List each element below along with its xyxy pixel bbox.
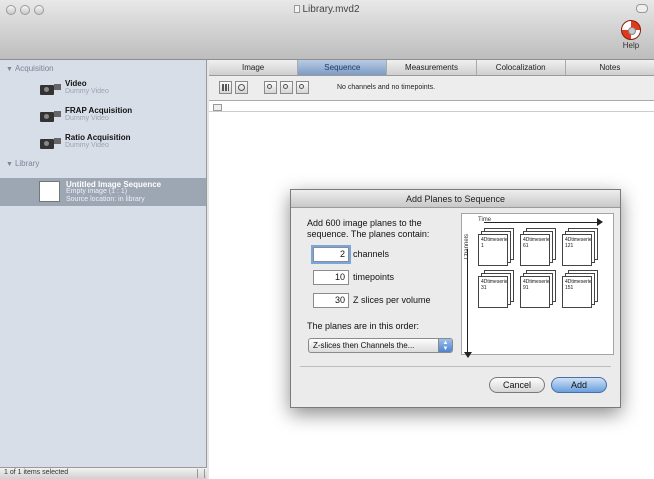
help-label: Help [622, 41, 640, 50]
library-item-detail-1: Empty image (1 : 1) [66, 188, 128, 195]
plane-stack-label: 4Dtimeseries.ics 1 [478, 234, 508, 266]
lifebuoy-icon [621, 20, 641, 40]
title-bar: Library.mvd2 Help [0, 0, 654, 60]
video-camera-icon [40, 108, 61, 123]
plane-stack-label: 4Dtimeseries.ics 31 [478, 276, 508, 308]
zoom-out-button[interactable] [280, 81, 293, 94]
zoom-in-button[interactable] [264, 81, 277, 94]
sequence-toolbar: No channels and no timepoints. [209, 76, 654, 101]
video-camera-icon [40, 81, 61, 96]
dialog-title: Add Planes to Sequence [291, 190, 620, 208]
sidebar-item-video[interactable]: Video Dummy Video [0, 76, 206, 103]
plane-stack: 4Dtimeseries.ics 121 [562, 228, 598, 266]
library-item-untitled-image-sequence[interactable]: Untitled Image Sequence Empty image (1 :… [0, 178, 206, 206]
channels-axis-line [467, 249, 468, 357]
dialog-intro-text: Add 600 image planes to the sequence. Th… [307, 218, 430, 239]
sidebar-item-sublabel: Dummy Video [65, 115, 109, 122]
plane-stack-label: 4Dtimeseries.ics 61 [520, 234, 550, 266]
tab-colocalization[interactable]: Colocalization [477, 60, 566, 75]
plane-stack: 4Dtimeseries.ics 61 [520, 228, 556, 266]
split-resize-handle[interactable] [197, 469, 205, 478]
sidebar: ▼ Acquisition Video Dummy Video FRAP Acqu… [0, 60, 207, 479]
acquisition-section-header[interactable]: ▼ Acquisition [0, 62, 206, 76]
grid-icon [222, 84, 229, 91]
sidebar-item-sublabel: Dummy Video [65, 142, 109, 149]
tab-sequence[interactable]: Sequence [298, 60, 388, 75]
plane-stack: 4Dtimeseries.ics 91 [520, 270, 556, 308]
library-item-detail-2: Source location: in library [66, 196, 145, 203]
sidebar-item-frap-acquisition[interactable]: FRAP Acquisition Dummy Video [0, 103, 206, 130]
order-popup-value: Z-slices then Channels the... [313, 341, 415, 350]
tab-measurements[interactable]: Measurements [387, 60, 477, 75]
disclosure-triangle-icon[interactable]: ▼ [6, 66, 13, 73]
tab-notes[interactable]: Notes [566, 60, 654, 75]
channels-input[interactable]: 2 [313, 247, 349, 262]
video-camera-icon [40, 135, 61, 150]
popup-arrows-icon: ▲ ▼ [438, 339, 452, 352]
magnifier-minus-icon [283, 84, 288, 89]
right-arrow-icon [597, 218, 603, 226]
plane-stack-label: 4Dtimeseries.ics 91 [520, 276, 550, 308]
plane-stack-label: 4Dtimeseries.ics 151 [562, 276, 592, 308]
add-planes-dialog: Add Planes to Sequence Add 600 image pla… [290, 189, 621, 408]
plane-stack-label: 4Dtimeseries.ics 121 [562, 234, 592, 266]
zoom-fit-button[interactable] [296, 81, 309, 94]
sidebar-item-label: Video [65, 79, 87, 88]
help-button[interactable]: Help [611, 20, 651, 50]
sidebar-status-bar: 1 of 1 items selected [0, 467, 207, 479]
timepoints-input[interactable]: 10 [313, 270, 349, 285]
sidebar-item-ratio-acquisition[interactable]: Ratio Acquisition Dummy Video [0, 130, 206, 157]
grid-view-button[interactable] [219, 81, 232, 94]
library-item-details: Empty image (1 : 1) Source location: in … [66, 188, 145, 204]
planes-order-illustration: Time Channels 4Dtimeseries.ics 1 4Dtimes… [461, 213, 614, 358]
magnifier-icon [299, 84, 304, 89]
zslices-input[interactable]: 30 [313, 293, 349, 308]
single-view-button[interactable] [235, 81, 248, 94]
disclosure-triangle-icon[interactable]: ▼ [6, 161, 13, 168]
tab-bar: Image Sequence Measurements Colocalizati… [209, 60, 654, 76]
channels-label: channels [353, 249, 390, 259]
plane-stack: 4Dtimeseries.ics 151 [562, 270, 598, 308]
circle-icon [238, 84, 245, 91]
sidebar-item-label: Ratio Acquisition [65, 133, 131, 142]
dialog-separator [300, 366, 611, 367]
plane-stack: 4Dtimeseries.ics 31 [478, 270, 514, 308]
magnifier-plus-icon [267, 84, 272, 89]
sidebar-item-label: FRAP Acquisition [65, 106, 133, 115]
image-thumbnail [39, 181, 60, 202]
document-icon [294, 5, 301, 13]
toolbar-toggle-button[interactable] [636, 4, 648, 13]
selection-status: 1 of 1 items selected [4, 469, 69, 476]
window-title: Library.mvd2 [0, 4, 654, 15]
sidebar-item-sublabel: Dummy Video [65, 88, 109, 95]
time-axis-line [484, 222, 600, 223]
order-label: The planes are in this order: [307, 321, 420, 331]
sequence-ruler [209, 102, 654, 112]
zslices-label: Z slices per volume [353, 295, 431, 305]
toolbar-message: No channels and no timepoints. [337, 84, 436, 91]
down-arrow-icon [464, 352, 472, 358]
app-window: Library.mvd2 Help ▼ Acquisition Video Dum… [0, 0, 654, 479]
add-button[interactable]: Add [551, 377, 607, 393]
timepoints-label: timepoints [353, 272, 395, 282]
plane-stack: 4Dtimeseries.ics 1 [478, 228, 514, 266]
tab-image[interactable]: Image [209, 60, 299, 75]
library-section-header[interactable]: ▼ Library [0, 157, 206, 171]
cancel-button[interactable]: Cancel [489, 377, 545, 393]
ruler-corner-button[interactable] [213, 104, 222, 111]
order-popup[interactable]: Z-slices then Channels the... ▲ ▼ [308, 338, 453, 353]
